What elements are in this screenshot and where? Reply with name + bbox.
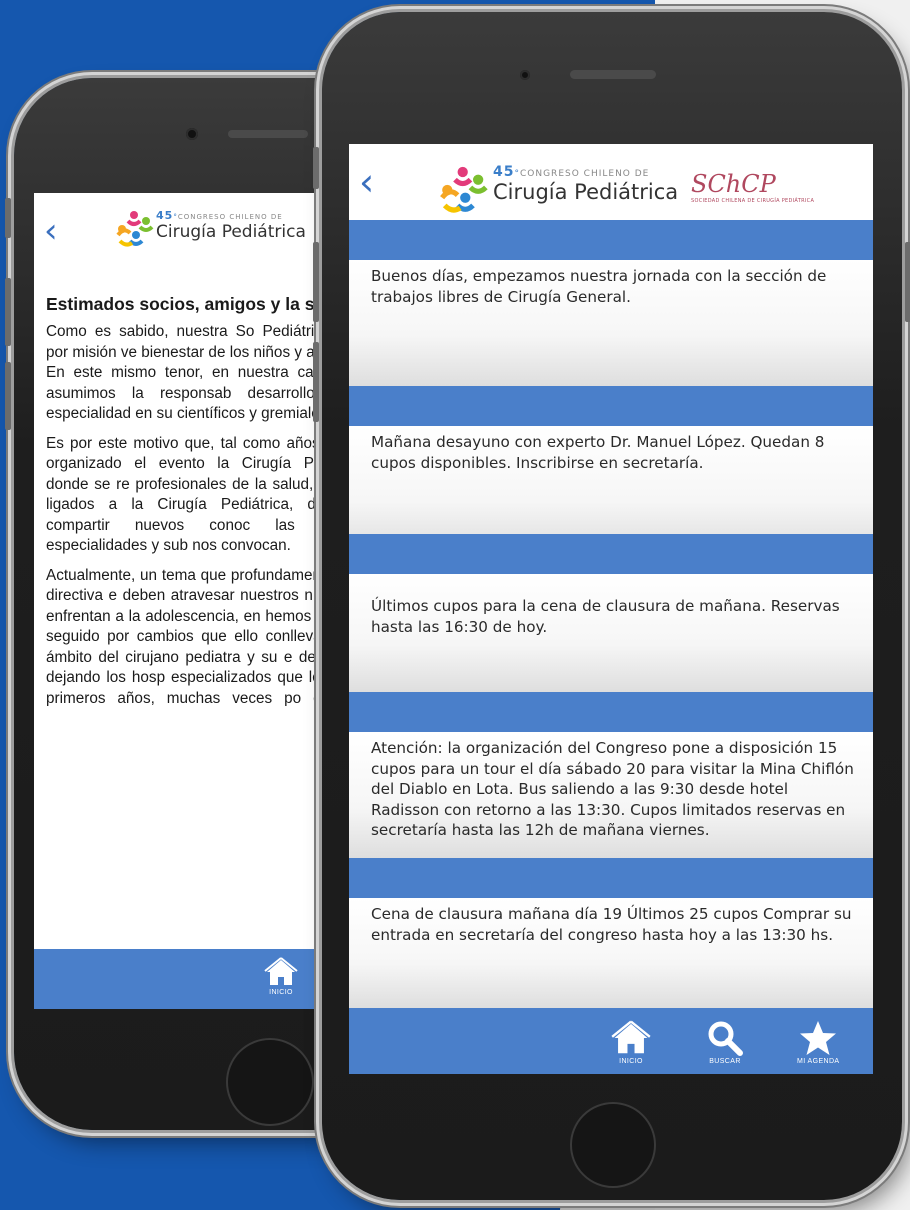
nav-agenda[interactable]: MI AGENDA: [797, 1020, 840, 1065]
phone-volume-up-button: [5, 278, 11, 346]
home-icon: [264, 957, 298, 985]
nav-home[interactable]: INICIO: [264, 957, 298, 996]
logo-figures-icon: [440, 166, 488, 213]
message-text: Últimos cupos para la cena de clausura d…: [371, 597, 840, 636]
message-header-bar: [349, 386, 873, 426]
society-acronym: SChCP: [691, 170, 776, 198]
nav-home[interactable]: INICIO: [611, 1020, 651, 1065]
message-card[interactable]: Atención: la organización del Congreso p…: [349, 732, 873, 858]
chevron-left-icon[interactable]: ‹: [359, 160, 374, 204]
search-icon: [708, 1021, 743, 1056]
nav-search[interactable]: BUSCAR: [707, 1020, 743, 1065]
front-phone-screen: ‹ 45°CONGRESO CHILENO DE Cirugía Pediátr…: [349, 144, 873, 1074]
nav-home-label: INICIO: [619, 1058, 643, 1065]
message-header-bar: [349, 220, 873, 260]
congress-logo: 45°CONGRESO CHILENO DE Cirugía Pediátric…: [114, 209, 306, 249]
phone-power-button: [905, 242, 910, 322]
app-header: ‹ 45°CONGRESO CHILENO DE Cirugía Pediátr…: [349, 144, 873, 220]
phone-side-button: [313, 147, 319, 189]
logo-congress-line: CONGRESO CHILENO DE: [519, 169, 650, 179]
message-card[interactable]: Buenos días, empezamos nuestra jornada c…: [349, 260, 873, 386]
front-camera: [186, 128, 198, 140]
home-button: [570, 1102, 656, 1188]
logo-edition: 45: [493, 164, 515, 180]
phone-volume-down-button: [5, 362, 11, 430]
message-header-bar: [349, 692, 873, 732]
message-card[interactable]: Cena de clausura mañana día 19 Últimos 2…: [349, 898, 873, 1008]
phone-front: ‹ 45°CONGRESO CHILENO DE Cirugía Pediátr…: [313, 12, 910, 1200]
nav-search-label: BUSCAR: [709, 1058, 741, 1065]
home-icon: [611, 1020, 651, 1054]
phone-side-button: [5, 198, 11, 238]
congress-logo: 45°CONGRESO CHILENO DE Cirugía Pediátric…: [437, 164, 678, 216]
message-text: Buenos días, empezamos nuestra jornada c…: [371, 267, 827, 306]
star-icon: [800, 1021, 837, 1055]
front-camera: [520, 70, 530, 80]
society-logo: SChCP SOCIEDAD CHILENA DE CIRUGÍA PEDIÁT…: [691, 170, 814, 204]
logo-title: Cirugía Pediátrica: [493, 180, 679, 204]
bottom-nav: INICIO BUSCAR MI AGENDA: [349, 1008, 873, 1074]
earpiece-speaker: [228, 130, 308, 138]
earpiece-speaker: [570, 70, 656, 79]
home-button: [226, 1038, 314, 1126]
phone-volume-down-button: [313, 342, 319, 422]
message-header-bar: [349, 858, 873, 898]
logo-edition: 45: [156, 209, 174, 222]
logo-title: Cirugía Pediátrica: [156, 222, 306, 242]
society-subtitle: SOCIEDAD CHILENA DE CIRUGÍA PEDIÁTRICA: [691, 198, 815, 204]
message-card[interactable]: Últimos cupos para la cena de clausura d…: [349, 574, 873, 692]
phone-volume-up-button: [313, 242, 319, 322]
logo-congress-line: CONGRESO CHILENO DE: [177, 213, 283, 221]
message-text: Mañana desayuno con experto Dr. Manuel L…: [371, 433, 825, 472]
logo-figures-icon: [116, 211, 154, 247]
chevron-left-icon[interactable]: ‹: [44, 211, 58, 251]
message-text: Atención: la organización del Congreso p…: [371, 739, 854, 840]
message-header-bar: [349, 534, 873, 574]
message-text: Cena de clausura mañana día 19 Últimos 2…: [371, 905, 852, 944]
nav-agenda-label: MI AGENDA: [797, 1058, 840, 1065]
nav-home-label: INICIO: [269, 989, 293, 996]
